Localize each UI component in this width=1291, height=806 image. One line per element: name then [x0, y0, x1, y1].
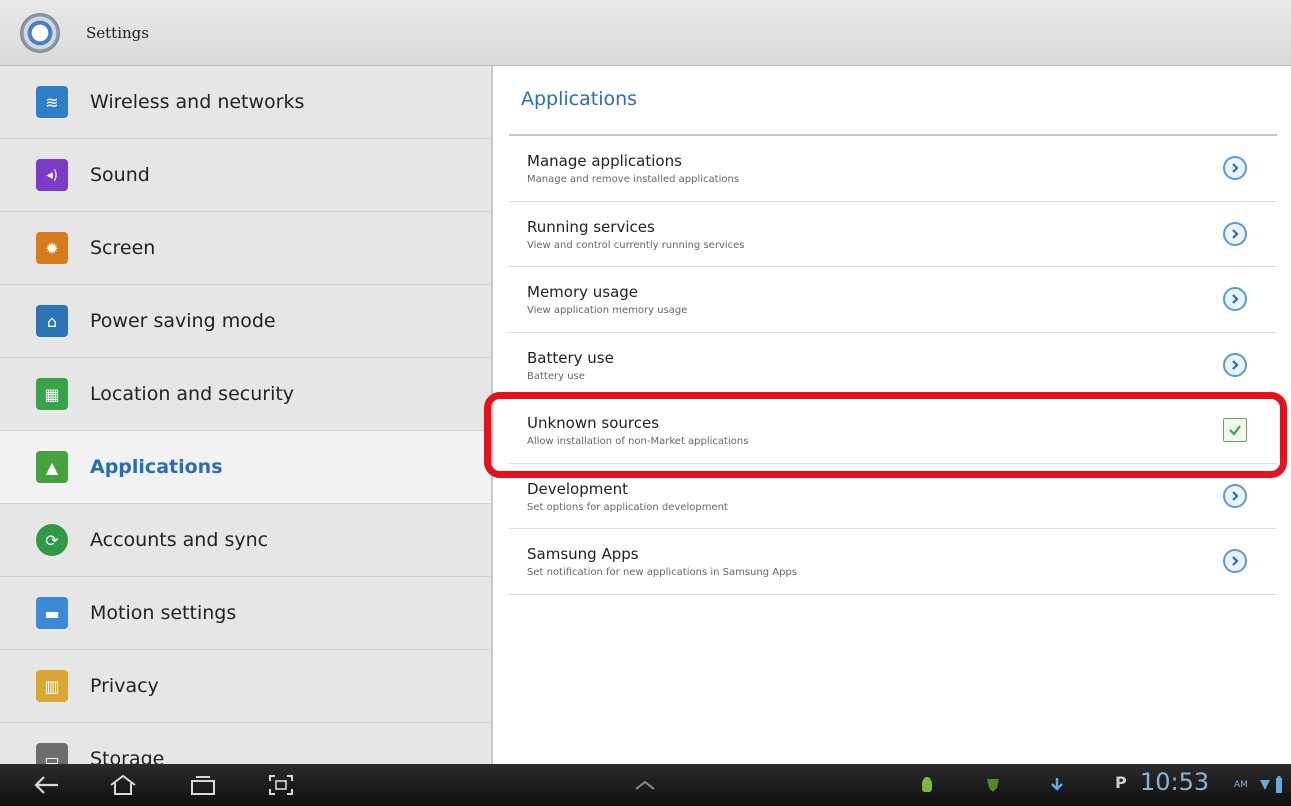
sidebar-item-label: Accounts and sync — [90, 529, 269, 551]
row-title: Running services — [527, 217, 655, 236]
android-notification-icon[interactable] — [918, 776, 936, 798]
grid-security-icon: ▦ — [36, 378, 68, 410]
clock-ampm: AM — [1234, 780, 1248, 790]
download-notification-icon[interactable] — [1048, 776, 1066, 798]
chevron-right-icon[interactable] — [1223, 287, 1247, 311]
clock-time[interactable]: 10:53 — [1140, 768, 1209, 796]
chevron-right-icon[interactable] — [1223, 549, 1247, 573]
row-title: Unknown sources — [527, 414, 660, 432]
chevron-right-icon[interactable] — [1223, 352, 1247, 377]
row-battery-use[interactable]: Battery use Battery use — [509, 333, 1277, 398]
row-unknown-sources[interactable]: Unknown sources Allow installation of no… — [509, 398, 1277, 464]
p-status-label: P — [1115, 773, 1127, 792]
applications-panel: Applications Manage applications Manage … — [495, 66, 1291, 764]
unknown-sources-checkbox[interactable] — [1223, 418, 1247, 442]
sidebar-item-label: Privacy — [90, 675, 159, 697]
storage-icon: ▭ — [36, 743, 68, 764]
privacy-icon: ▥ — [36, 670, 68, 702]
sidebar-item-screen[interactable]: ✹ Screen — [0, 212, 491, 285]
row-subtitle: View and control currently running servi… — [527, 239, 745, 251]
row-subtitle: Manage and remove installed applications — [527, 174, 740, 185]
battery-icon — [1275, 776, 1283, 798]
row-subtitle: Allow installation of non-Market applica… — [527, 436, 749, 447]
settings-gear-icon — [20, 12, 60, 53]
chevron-right-icon[interactable] — [1223, 483, 1247, 508]
row-title: Battery use — [527, 348, 614, 367]
row-subtitle: Set options for application development — [527, 501, 728, 513]
home-icon[interactable] — [106, 771, 140, 799]
row-title: Memory usage — [527, 283, 639, 301]
chevron-right-icon[interactable] — [1223, 156, 1247, 180]
sidebar-item-label: Storage — [90, 748, 165, 764]
sidebar-item-label: Power saving mode — [90, 310, 276, 332]
sidebar-item-accounts-sync[interactable]: ⟳ Accounts and sync — [0, 504, 491, 577]
sidebar-item-label: Wireless and networks — [90, 91, 305, 113]
chevron-right-icon[interactable] — [1223, 221, 1247, 246]
sync-icon: ⟳ — [36, 524, 68, 556]
sidebar-item-label: Screen — [90, 237, 156, 259]
sidebar-item-sound[interactable]: ◂) Sound — [0, 139, 491, 212]
battery-saver-icon: ⌂ — [36, 305, 68, 337]
wifi-icon: ≋ — [36, 86, 68, 118]
settings-list: Manage applications Manage and remove in… — [509, 136, 1277, 595]
back-icon[interactable] — [30, 771, 64, 799]
title-bar: Settings — [0, 0, 1291, 66]
motion-icon: ▬ — [36, 597, 68, 629]
row-subtitle: Battery use — [527, 370, 585, 382]
row-title: Development — [527, 479, 628, 498]
system-nav-bar: P 10:53 AM — [0, 764, 1291, 806]
row-title: Samsung Apps — [527, 545, 639, 563]
sidebar-item-label: Location and security — [90, 383, 295, 405]
sidebar-item-privacy[interactable]: ▥ Privacy — [0, 650, 491, 723]
row-samsung-apps[interactable]: Samsung Apps Set notification for new ap… — [509, 529, 1277, 595]
row-subtitle: Set notification for new applications in… — [527, 567, 798, 578]
applications-icon: ▲ — [36, 451, 68, 483]
sidebar-item-storage[interactable]: ▭ Storage — [0, 723, 491, 764]
sidebar-item-location-security[interactable]: ▦ Location and security — [0, 358, 491, 431]
row-running-services[interactable]: Running services View and control curren… — [509, 202, 1277, 267]
row-subtitle: View application memory usage — [527, 305, 688, 316]
recent-apps-icon[interactable] — [186, 771, 220, 799]
sidebar-item-label: Motion settings — [90, 602, 237, 624]
screenshot-icon[interactable] — [264, 771, 298, 799]
section-title: Applications — [521, 88, 638, 110]
sidebar-item-wireless[interactable]: ≋ Wireless and networks — [0, 66, 491, 139]
row-memory-usage[interactable]: Memory usage View application memory usa… — [509, 267, 1277, 333]
chevron-up-icon[interactable] — [628, 771, 662, 799]
row-development[interactable]: Development Set options for application … — [509, 464, 1277, 529]
wifi-signal-icon — [1259, 776, 1271, 796]
sidebar-item-power-saving[interactable]: ⌂ Power saving mode — [0, 285, 491, 358]
row-manage-applications[interactable]: Manage applications Manage and remove in… — [509, 136, 1277, 202]
row-title: Manage applications — [527, 152, 682, 170]
brightness-icon: ✹ — [36, 232, 68, 264]
sidebar-item-label: Applications — [90, 456, 223, 478]
speaker-icon: ◂) — [36, 159, 68, 191]
sidebar-item-applications[interactable]: ▲ Applications — [0, 431, 491, 504]
shield-notification-icon[interactable] — [984, 776, 1002, 798]
settings-sidebar: ≋ Wireless and networks ◂) Sound ✹ Scree… — [0, 66, 493, 764]
sidebar-item-label: Sound — [90, 164, 150, 186]
sidebar-item-motion[interactable]: ▬ Motion settings — [0, 577, 491, 650]
app-title: Settings — [86, 23, 149, 42]
